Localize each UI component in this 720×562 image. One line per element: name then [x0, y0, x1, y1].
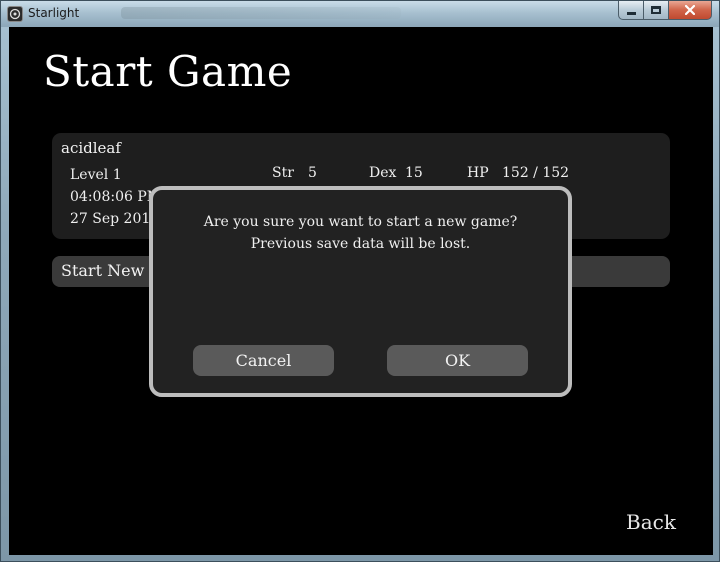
hp-label: HP [467, 165, 489, 181]
minimize-button[interactable] [618, 1, 644, 20]
close-icon [685, 5, 695, 15]
title-bar-reflection [121, 7, 401, 19]
save-slot-name: acidleaf [61, 139, 121, 157]
maximize-button[interactable] [644, 1, 669, 20]
back-button[interactable]: Back [626, 510, 676, 534]
str-label: Str [272, 165, 294, 181]
title-bar[interactable]: Starlight [1, 1, 719, 27]
ok-button[interactable]: OK [387, 345, 528, 376]
dex-value: 15 [405, 165, 423, 181]
game-screen: Start Game acidleaf Level 1 04:08:06 PM … [9, 27, 713, 555]
cancel-button[interactable]: Cancel [193, 345, 334, 376]
window-title: Starlight [28, 6, 80, 20]
close-button[interactable] [669, 1, 712, 20]
dialog-message-line1: Are you sure you want to start a new gam… [203, 214, 518, 230]
confirm-dialog: Are you sure you want to start a new gam… [149, 186, 572, 397]
app-window: Starlight Start Game acidleaf Level 1 04… [0, 0, 720, 562]
window-controls [618, 1, 712, 21]
minimize-icon [626, 11, 636, 15]
dex-label: Dex [369, 165, 397, 181]
dialog-message-line2: Previous save data will be lost. [250, 236, 471, 252]
page-title: Start Game [43, 47, 293, 96]
hp-value: 152 / 152 [502, 165, 570, 181]
maximize-icon [651, 6, 661, 14]
save-slot-level: Level 1 [70, 167, 122, 183]
str-value: 5 [308, 165, 317, 181]
save-slot-time: 04:08:06 PM [70, 189, 162, 205]
save-slot-date: 27 Sep 2011 [70, 211, 160, 227]
starlight-app-icon[interactable] [7, 6, 23, 22]
